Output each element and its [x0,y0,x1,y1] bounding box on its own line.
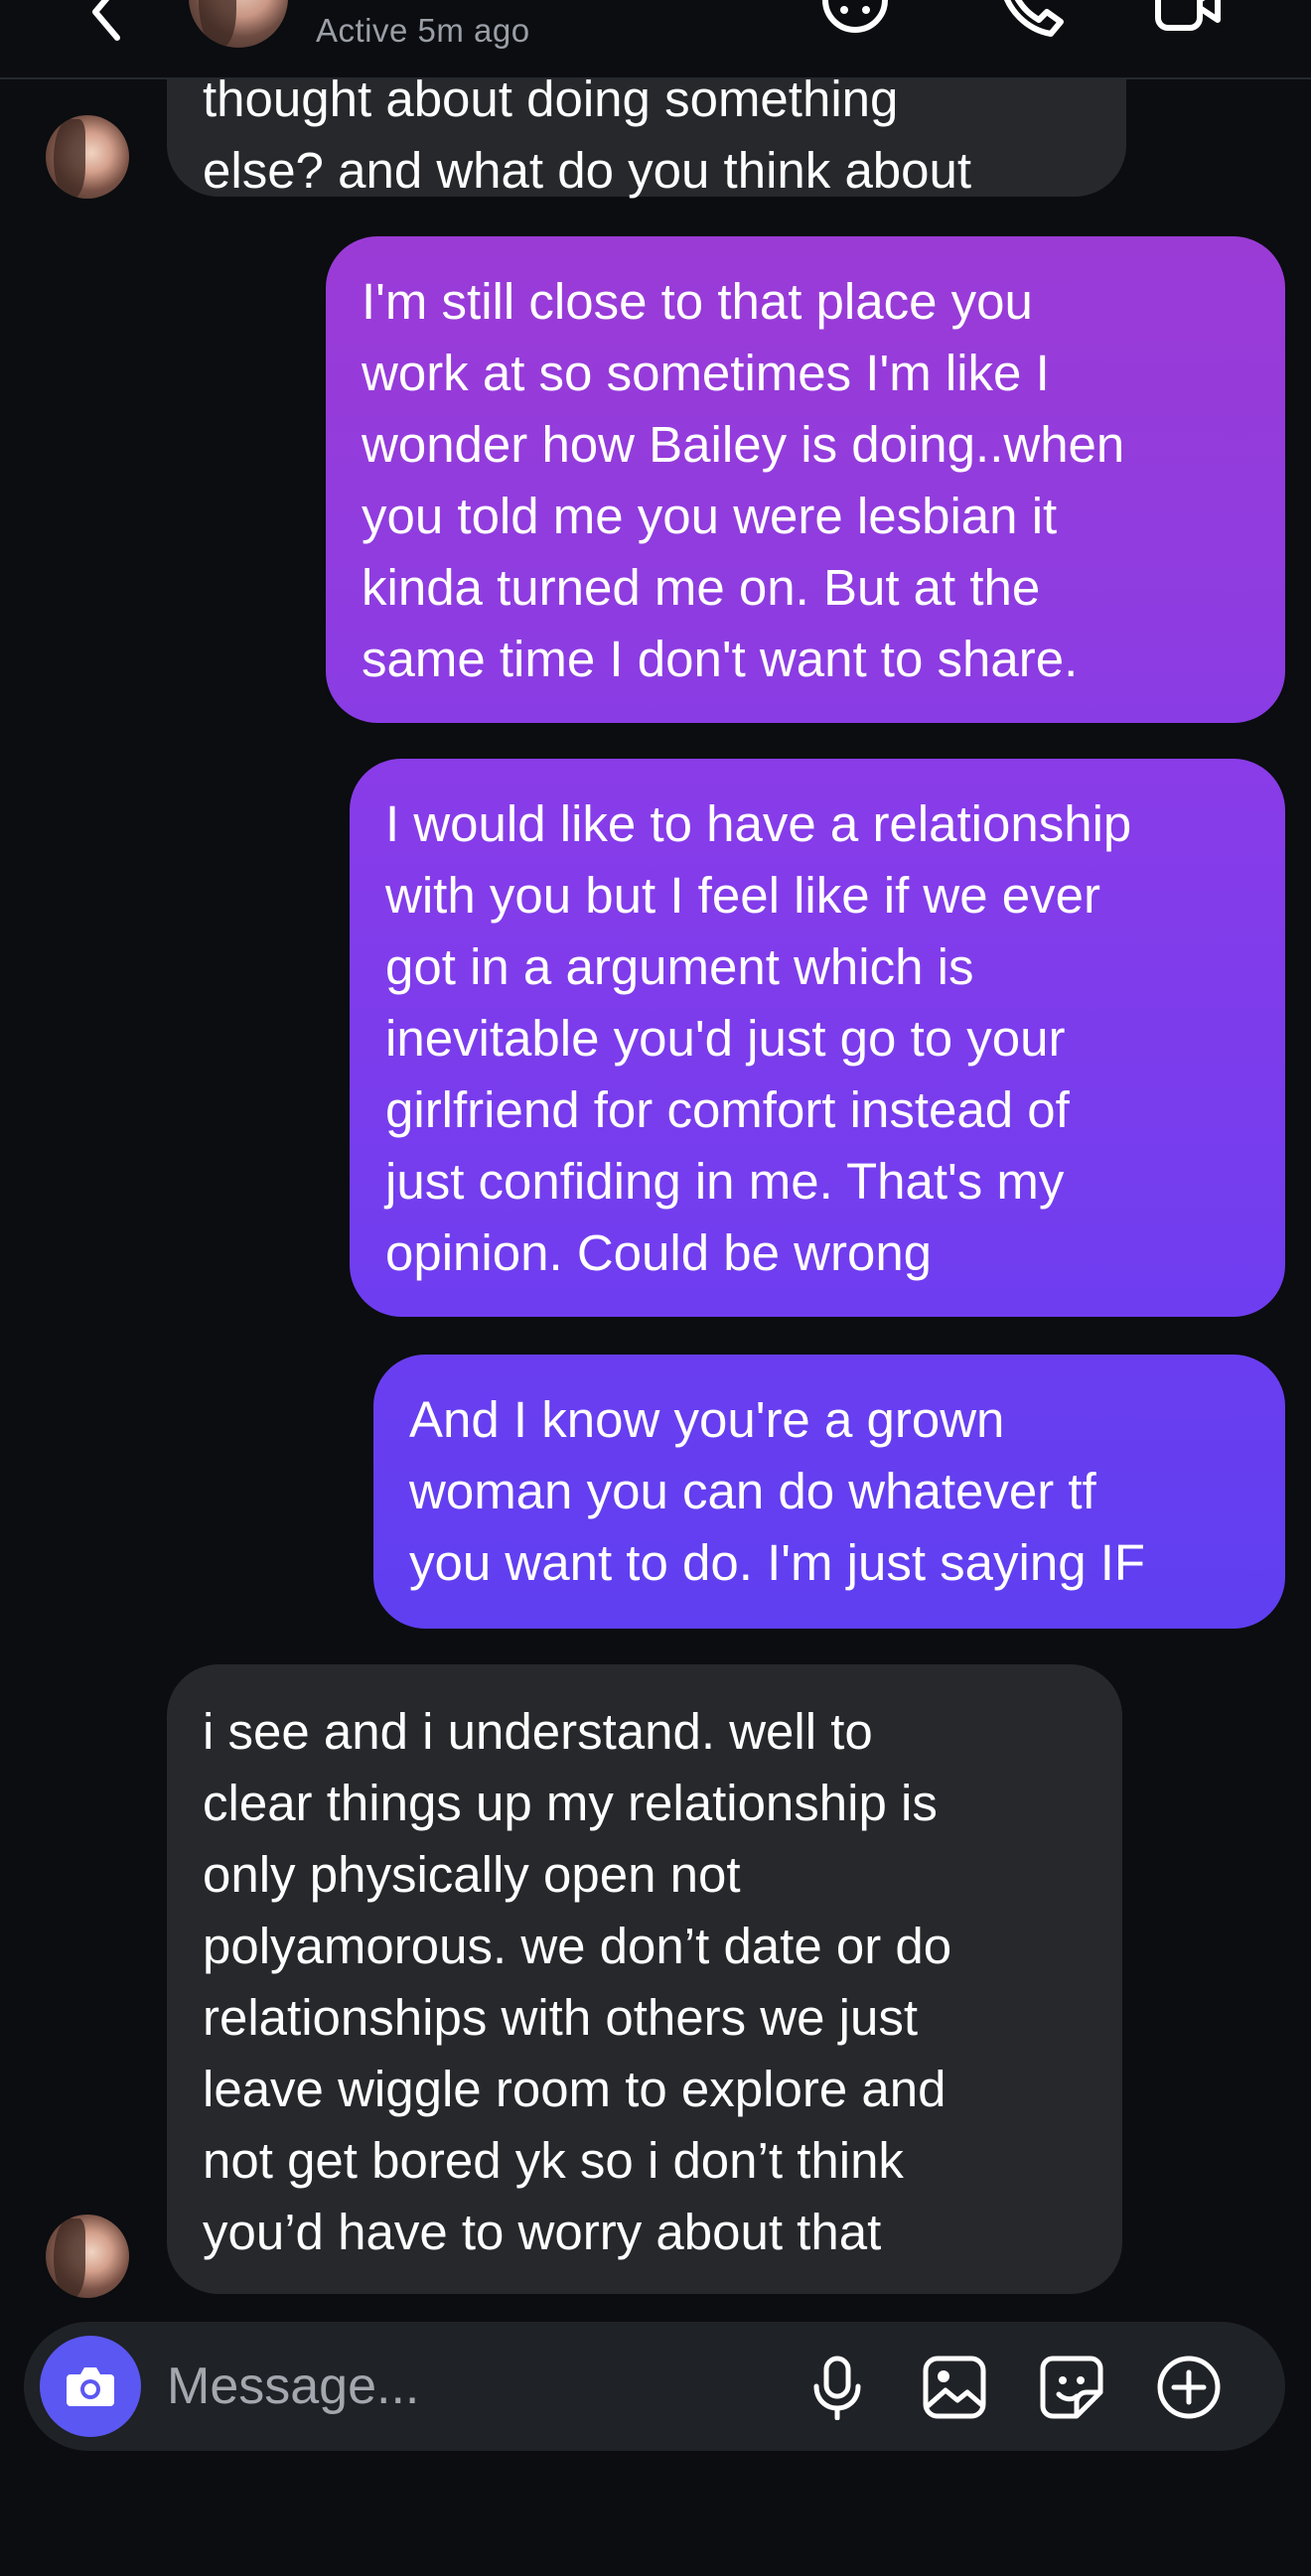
contact-avatar[interactable] [46,115,129,199]
gallery-icon[interactable] [922,2355,987,2420]
message-thread[interactable]: thought about doing something else? and … [0,0,1311,2304]
plus-circle-icon[interactable] [1156,2355,1222,2420]
chat-header: Active 5m ago [0,0,1311,79]
video-camera-icon[interactable] [1152,0,1222,40]
active-status: Active 5m ago [316,12,530,49]
sticker-face-icon[interactable] [820,0,890,40]
message-input[interactable] [167,2354,802,2419]
message-composer [24,2322,1285,2451]
camera-icon [67,2367,114,2406]
contact-avatar[interactable] [46,2215,129,2298]
microphone-icon[interactable] [804,2355,870,2420]
phone-icon[interactable] [997,0,1067,40]
sticker-icon[interactable] [1039,2355,1104,2420]
sent-message[interactable]: And I know you're a grown woman you can … [373,1355,1285,1629]
received-message[interactable]: i see and i understand. well to clear th… [167,1664,1122,2294]
back-chevron-icon[interactable] [77,0,137,42]
camera-button[interactable] [40,2336,141,2437]
header-avatar[interactable] [189,0,288,48]
sent-message[interactable]: I would like to have a relationship with… [350,759,1285,1317]
sent-message[interactable]: I'm still close to that place you work a… [326,236,1285,723]
